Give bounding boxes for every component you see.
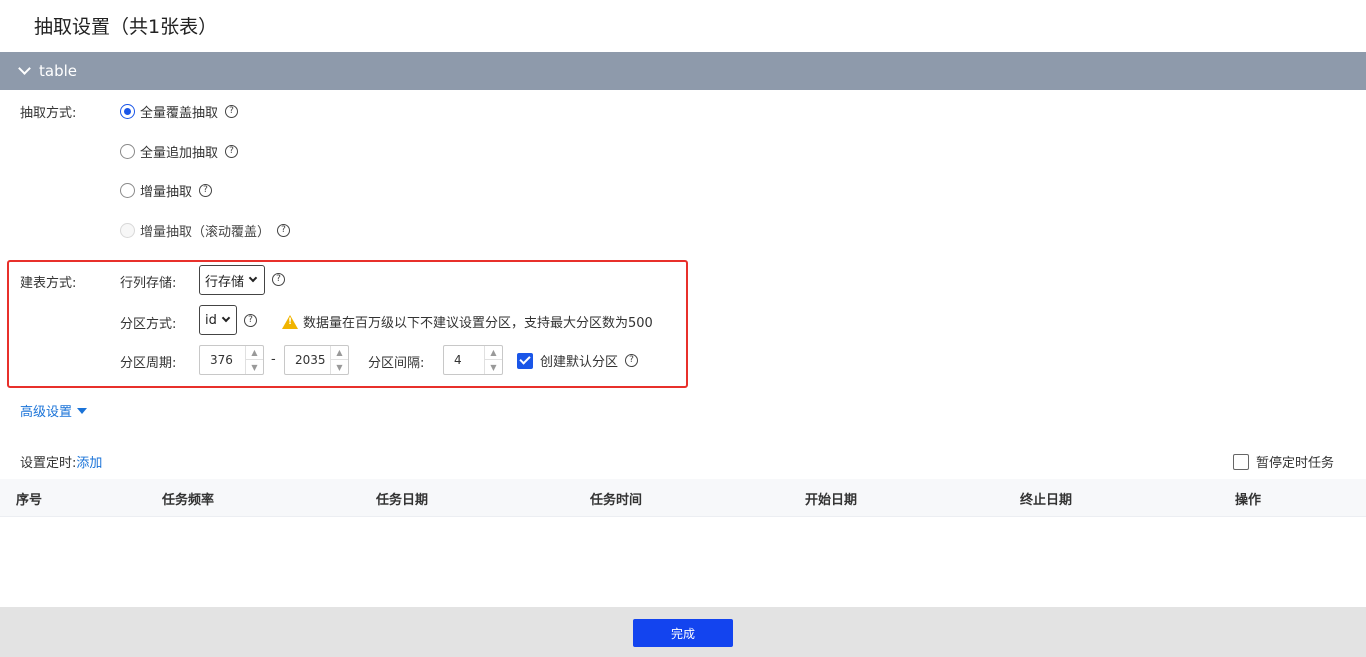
checkbox-box[interactable] [517, 352, 533, 369]
pause-schedule-checkbox[interactable]: 暂停定时任务 [1233, 452, 1334, 471]
period-start-value: 376 [210, 353, 233, 367]
checkbox-box[interactable] [1233, 453, 1249, 470]
default-partition-checkbox[interactable]: 创建默认分区 ? [517, 351, 639, 370]
radio-label: 全量覆盖抽取 [140, 106, 219, 121]
warning-icon: ! [282, 314, 298, 329]
column-header: 序号 [16, 493, 43, 508]
chevron-down-icon [221, 313, 231, 323]
extract-mode-label: 抽取方式: [20, 106, 77, 121]
column-header: 操作 [1235, 493, 1262, 508]
build-mode-label: 建表方式: [20, 276, 77, 291]
stepper-down-icon[interactable]: ▼ [331, 360, 348, 374]
radio-full-append[interactable]: 全量追加抽取 ? [120, 142, 239, 161]
radio-label: 增量抽取（滚动覆盖） [140, 225, 271, 240]
partition-select-value: id [205, 312, 217, 328]
done-button[interactable]: 完成 [633, 619, 733, 647]
stepper-buttons[interactable]: ▲ ▼ [245, 346, 263, 374]
period-start-input[interactable]: 376 ▲ ▼ [199, 345, 264, 375]
schedule-table-header: 序号 任务频率 任务日期 任务时间 开始日期 终止日期 操作 [0, 479, 1366, 517]
advanced-label: 高级设置 [20, 405, 73, 420]
period-end-input[interactable]: 2035 ▲ ▼ [284, 345, 349, 375]
column-header: 开始日期 [805, 493, 858, 508]
period-separator: - [271, 352, 276, 367]
period-label: 分区周期: [120, 356, 177, 371]
radio-label: 全量追加抽取 [140, 146, 219, 161]
section-header-table[interactable]: table [0, 52, 1366, 90]
stepper-up-icon[interactable]: ▲ [331, 346, 348, 360]
page-title: 抽取设置（共1张表） [34, 16, 218, 38]
warning-text: 数据量在百万级以下不建议设置分区，支持最大分区数为500 [303, 316, 653, 331]
radio-dot[interactable] [120, 183, 135, 198]
storage-select-value: 行存储 [205, 274, 245, 290]
schedule-label-text: 设置定时: [20, 456, 77, 471]
help-icon[interactable]: ? [272, 273, 285, 286]
checkbox-label: 创建默认分区 [540, 355, 619, 370]
schedule-label: 设置定时:添加 [20, 452, 102, 471]
interval-input[interactable]: 4 ▲ ▼ [443, 345, 503, 375]
stepper-up-icon[interactable]: ▲ [485, 346, 502, 360]
caret-down-icon [77, 407, 88, 414]
help-icon[interactable]: ? [225, 105, 239, 118]
radio-dot[interactable] [120, 144, 135, 159]
column-header: 任务日期 [376, 493, 429, 508]
interval-label: 分区间隔: [368, 356, 425, 371]
radio-incremental[interactable]: 增量抽取 ? [120, 181, 213, 200]
column-header: 任务时间 [590, 493, 643, 508]
period-end-value: 2035 [295, 353, 326, 367]
storage-label: 行列存储: [120, 276, 177, 291]
stepper-down-icon[interactable]: ▼ [485, 360, 502, 374]
partition-label: 分区方式: [120, 317, 177, 332]
radio-dot [120, 223, 135, 238]
add-schedule-link[interactable]: 添加 [76, 456, 102, 471]
radio-incremental-rolling: 增量抽取（滚动覆盖） ? [120, 221, 291, 240]
column-header: 终止日期 [1020, 493, 1073, 508]
help-icon[interactable]: ? [244, 314, 257, 327]
help-icon[interactable]: ? [625, 354, 639, 367]
stepper-buttons[interactable]: ▲ ▼ [330, 346, 348, 374]
storage-select[interactable]: 行存储 [199, 265, 265, 295]
stepper-up-icon[interactable]: ▲ [246, 346, 263, 360]
stepper-down-icon[interactable]: ▼ [246, 360, 263, 374]
section-label: table [39, 62, 77, 80]
help-icon[interactable]: ? [199, 184, 213, 197]
help-icon[interactable]: ? [225, 145, 239, 158]
advanced-settings-toggle[interactable]: 高级设置 [20, 401, 88, 420]
interval-value: 4 [454, 353, 462, 367]
partition-select[interactable]: id [199, 305, 237, 335]
radio-dot[interactable] [120, 104, 135, 119]
chevron-down-icon [248, 273, 258, 283]
help-icon[interactable]: ? [277, 224, 291, 237]
stepper-buttons[interactable]: ▲ ▼ [484, 346, 502, 374]
column-header: 任务频率 [162, 493, 215, 508]
checkbox-label: 暂停定时任务 [1256, 456, 1335, 471]
partition-warning: ! 数据量在百万级以下不建议设置分区，支持最大分区数为500 [282, 312, 653, 331]
radio-label: 增量抽取 [140, 185, 193, 200]
chevron-down-icon [18, 62, 31, 75]
radio-full-overwrite[interactable]: 全量覆盖抽取 ? [120, 102, 239, 121]
